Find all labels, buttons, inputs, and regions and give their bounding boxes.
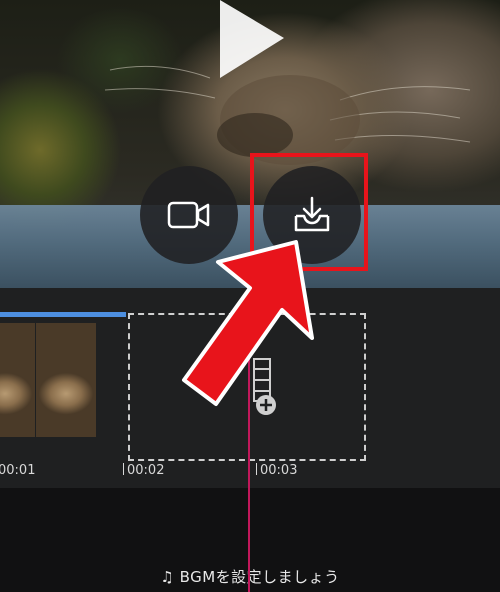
video-clip[interactable]	[0, 312, 126, 462]
play-icon[interactable]	[212, 0, 290, 80]
red-arrow-annotation	[182, 240, 314, 406]
bgm-area[interactable]: ♫ BGMを設定しましょう	[0, 488, 500, 592]
time-tick: 00:02	[123, 463, 164, 478]
video-camera-icon	[167, 201, 210, 229]
clip-thumbnail	[36, 323, 96, 437]
time-tick: 00:01	[0, 463, 36, 478]
bgm-button[interactable]: ♫ BGMを設定しましょう	[0, 566, 500, 587]
music-note-icon: ♫	[160, 568, 175, 586]
time-tick: 00:03	[256, 463, 297, 478]
clip-thumbnail	[0, 323, 35, 437]
bgm-label: BGMを設定しましょう	[179, 568, 340, 586]
